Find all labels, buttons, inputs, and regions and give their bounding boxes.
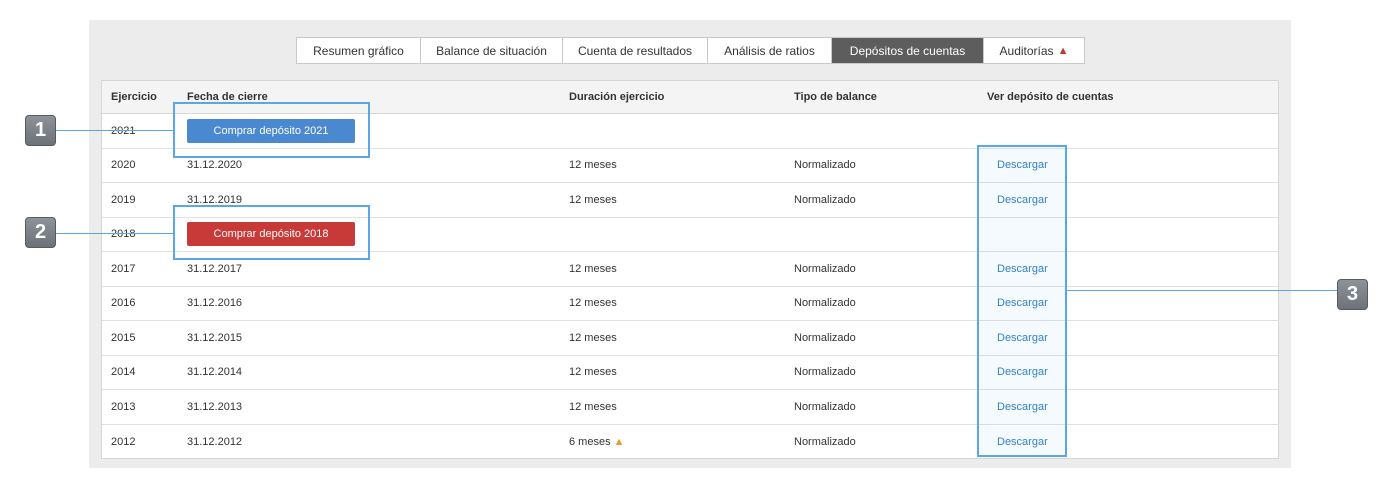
table-row: 2014 31.12.2014 12 meses Normalizado Des… [102, 356, 1278, 390]
tab-analisis-ratios[interactable]: Análisis de ratios [708, 38, 832, 63]
highlight-box-2 [173, 205, 370, 260]
tab-balance-situacion[interactable]: Balance de situación [421, 38, 563, 63]
cell-year: 2019 [111, 193, 136, 206]
cell-balance-type: Normalizado [794, 297, 856, 310]
header-duracion: Duración ejercicio [569, 91, 665, 103]
cell-year: 2016 [111, 297, 136, 310]
cell-duration: 12 meses [569, 159, 617, 172]
cell-duration: 12 meses [569, 262, 617, 275]
cell-year: 2017 [111, 262, 136, 275]
cell-balance-type: Normalizado [794, 400, 856, 413]
tab-label: Resumen gráfico [313, 43, 404, 58]
header-tipo-balance: Tipo de balance [794, 91, 877, 103]
table-row: 2016 31.12.2016 12 meses Normalizado Des… [102, 287, 1278, 321]
cell-close-date: 31.12.2013 [187, 400, 243, 413]
tab-label: Balance de situación [436, 43, 547, 58]
cell-duration: 12 meses [569, 193, 617, 206]
cell-balance-type: Normalizado [794, 193, 856, 206]
cell-close-date: 31.12.2016 [187, 297, 243, 310]
cell-year: 2013 [111, 400, 136, 413]
table-row: 2015 31.12.2015 12 meses Normalizado Des… [102, 321, 1278, 356]
cell-year: 2020 [111, 159, 136, 172]
cell-year: 2015 [111, 331, 136, 344]
cell-balance-type: Normalizado [794, 366, 856, 379]
tab-bar: Resumen gráfico Balance de situación Cue… [296, 37, 1085, 64]
table-row: 2013 31.12.2013 12 meses Normalizado Des… [102, 390, 1278, 425]
tab-label: Cuenta de resultados [577, 43, 693, 58]
header-ver-deposito: Ver depósito de cuentas [987, 91, 1114, 103]
callout-badge-3: 3 [1337, 279, 1368, 310]
tab-resumen-grafico[interactable]: Resumen gráfico [297, 38, 421, 63]
cell-balance-type: Normalizado [794, 262, 856, 275]
cell-close-date: 31.12.2015 [187, 331, 243, 344]
callout-line-3 [1067, 290, 1337, 291]
highlight-box-3 [977, 145, 1067, 457]
cell-balance-type: Normalizado [794, 435, 856, 448]
cell-duration: 12 meses [569, 400, 617, 413]
cell-balance-type: Normalizado [794, 159, 856, 172]
tab-depositos-cuentas[interactable]: Depósitos de cuentas [832, 38, 984, 63]
callout-line-1 [56, 130, 173, 131]
tab-label: Depósitos de cuentas [849, 43, 966, 58]
cell-close-date: 31.12.2012 [187, 435, 243, 448]
cell-duration: 6 meses ▲ [569, 425, 624, 460]
duration-text: 6 meses [569, 435, 611, 448]
highlight-box-1 [173, 102, 370, 158]
cell-year: 2018 [111, 228, 136, 241]
warning-triangle-icon: ▲ [1057, 44, 1069, 57]
tab-cuenta-resultados[interactable]: Cuenta de resultados [563, 38, 708, 63]
callout-line-2 [56, 233, 173, 234]
cell-duration: 12 meses [569, 297, 617, 310]
cell-close-date: 31.12.2014 [187, 366, 243, 379]
callout-badge-2: 2 [25, 217, 56, 248]
cell-balance-type: Normalizado [794, 331, 856, 344]
cell-duration: 12 meses [569, 366, 617, 379]
cell-year: 2014 [111, 366, 136, 379]
tab-label: Análisis de ratios [724, 43, 815, 58]
tab-auditorias[interactable]: Auditorías ▲ [984, 38, 1084, 63]
header-ejercicio: Ejercicio [111, 91, 157, 103]
table-row: 2012 31.12.2012 6 meses ▲ Normalizado Des… [102, 425, 1278, 460]
cell-year: 2012 [111, 435, 136, 448]
warning-triangle-icon: ▲ [613, 435, 625, 448]
callout-badge-1: 1 [25, 115, 56, 146]
cell-duration: 12 meses [569, 331, 617, 344]
tab-label: Auditorías [999, 43, 1054, 58]
